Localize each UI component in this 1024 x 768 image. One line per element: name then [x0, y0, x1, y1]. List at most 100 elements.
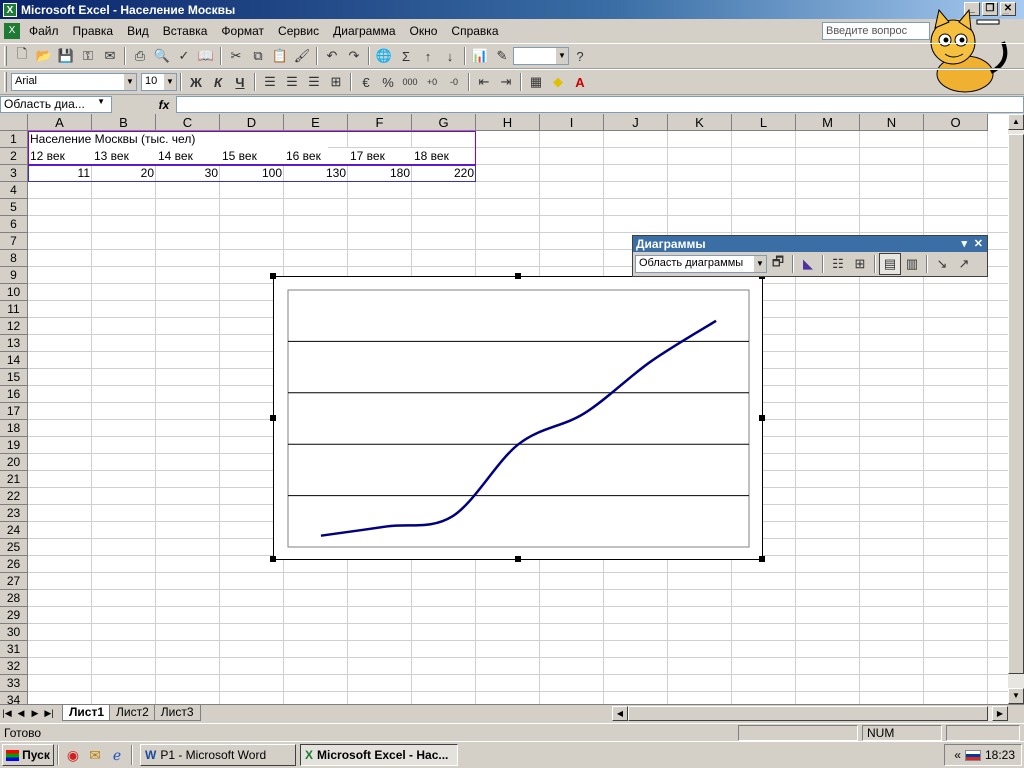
paste-icon[interactable]: 📋: [269, 45, 291, 67]
email-icon[interactable]: ✉: [99, 45, 121, 67]
row-header[interactable]: 34: [0, 692, 28, 704]
scroll-right-icon[interactable]: ▶: [992, 706, 1008, 721]
row-header[interactable]: 16: [0, 386, 28, 403]
italic-button[interactable]: К: [207, 71, 229, 93]
by-column-icon[interactable]: ▥: [901, 253, 923, 275]
comma-style-icon[interactable]: 000: [399, 71, 421, 93]
align-right-icon[interactable]: ☰: [303, 71, 325, 93]
column-header[interactable]: K: [668, 114, 732, 131]
toolbar-grip[interactable]: [4, 72, 7, 92]
row-header[interactable]: 15: [0, 369, 28, 386]
font-size-select[interactable]: 10 ▼: [141, 73, 177, 91]
row-header[interactable]: 1: [0, 131, 28, 148]
merge-center-icon[interactable]: ⊞: [325, 71, 347, 93]
scroll-thumb[interactable]: [1008, 134, 1024, 674]
by-row-icon[interactable]: ▤: [879, 253, 901, 275]
taskbar-excel[interactable]: X Microsoft Excel - Нас...: [300, 744, 458, 766]
research-icon[interactable]: 📖: [195, 45, 217, 67]
resize-handle[interactable]: [515, 273, 521, 279]
row-header[interactable]: 12: [0, 318, 28, 335]
row-header[interactable]: 2: [0, 148, 28, 165]
row-header[interactable]: 11: [0, 301, 28, 318]
excel-app-icon[interactable]: X: [3, 2, 17, 17]
row-header[interactable]: 13: [0, 335, 28, 352]
copy-icon[interactable]: ⧉: [247, 45, 269, 67]
menu-help[interactable]: Справка: [444, 22, 505, 40]
help-question-input[interactable]: Введите вопрос: [822, 22, 930, 40]
data-point[interactable]: [581, 410, 587, 416]
data-point[interactable]: [384, 523, 390, 529]
column-header[interactable]: L: [732, 114, 796, 131]
row-header[interactable]: 29: [0, 607, 28, 624]
sort-ascending-icon[interactable]: ↑: [417, 45, 439, 67]
row-header[interactable]: 4: [0, 182, 28, 199]
next-sheet-icon[interactable]: ▶: [28, 708, 42, 719]
borders-icon[interactable]: ▦: [525, 71, 547, 93]
menu-view[interactable]: Вид: [120, 22, 156, 40]
formula-input[interactable]: [176, 96, 1024, 113]
column-header[interactable]: O: [924, 114, 988, 131]
column-header[interactable]: A: [28, 114, 92, 131]
chart-type-icon[interactable]: ◣: [797, 253, 819, 275]
resize-handle[interactable]: [270, 273, 276, 279]
align-center-icon[interactable]: ☰: [281, 71, 303, 93]
column-header[interactable]: B: [92, 114, 156, 131]
select-all-corner[interactable]: [0, 114, 28, 131]
print-preview-icon[interactable]: 🔍: [151, 45, 173, 67]
spelling-icon[interactable]: ✓: [173, 45, 195, 67]
print-icon[interactable]: ⎙: [129, 45, 151, 67]
column-header[interactable]: G: [412, 114, 476, 131]
font-color-icon[interactable]: A: [569, 71, 591, 93]
row-header[interactable]: 5: [0, 199, 28, 216]
save-icon[interactable]: 💾: [55, 45, 77, 67]
new-icon[interactable]: 🗋: [11, 45, 33, 67]
tab-list1[interactable]: Лист1: [62, 705, 112, 721]
plot-area[interactable]: [287, 289, 750, 548]
row-header[interactable]: 17: [0, 403, 28, 420]
format-chart-area-icon[interactable]: 🗗: [767, 253, 789, 275]
row-header[interactable]: 22: [0, 488, 28, 505]
decrease-indent-icon[interactable]: ⇤: [473, 71, 495, 93]
chevron-down-icon[interactable]: ▾: [961, 236, 967, 252]
row-header[interactable]: 6: [0, 216, 28, 233]
decrease-decimal-icon[interactable]: -0: [443, 71, 465, 93]
workbook-icon[interactable]: X: [4, 23, 20, 39]
vertical-scrollbar[interactable]: ▲ ▼: [1008, 114, 1024, 704]
menu-insert[interactable]: Вставка: [156, 22, 215, 40]
percent-icon[interactable]: %: [377, 71, 399, 93]
autosum-icon[interactable]: Σ: [395, 45, 417, 67]
currency-icon[interactable]: €: [355, 71, 377, 93]
column-header[interactable]: E: [284, 114, 348, 131]
row-header[interactable]: 33: [0, 675, 28, 692]
row-header[interactable]: 23: [0, 505, 28, 522]
hyperlink-icon[interactable]: 🌐: [373, 45, 395, 67]
row-header[interactable]: 24: [0, 522, 28, 539]
resize-handle[interactable]: [515, 556, 521, 562]
column-header[interactable]: M: [796, 114, 860, 131]
menu-window[interactable]: Окно: [403, 22, 445, 40]
row-header[interactable]: 27: [0, 573, 28, 590]
row-header[interactable]: 7: [0, 233, 28, 250]
row-header[interactable]: 10: [0, 284, 28, 301]
tab-list3[interactable]: Лист3: [153, 705, 201, 721]
zoom-select[interactable]: ▼: [513, 47, 569, 65]
column-header[interactable]: I: [540, 114, 604, 131]
scroll-down-icon[interactable]: ▼: [1008, 688, 1024, 704]
row-header[interactable]: 18: [0, 420, 28, 437]
help-icon[interactable]: ?: [569, 45, 591, 67]
taskbar-word[interactable]: W P1 - Microsoft Word: [140, 744, 296, 766]
menu-file[interactable]: Файл: [22, 22, 66, 40]
row-header[interactable]: 9: [0, 267, 28, 284]
resize-handle[interactable]: [270, 415, 276, 421]
scroll-up-icon[interactable]: ▲: [1008, 114, 1024, 130]
data-point[interactable]: [516, 441, 522, 447]
row-header[interactable]: 14: [0, 352, 28, 369]
cut-icon[interactable]: ✂: [225, 45, 247, 67]
insert-function-icon[interactable]: fx: [152, 98, 176, 112]
line-chart[interactable]: [274, 277, 762, 559]
data-point[interactable]: [450, 513, 456, 519]
redo-icon[interactable]: ↷: [343, 45, 365, 67]
scroll-left-icon[interactable]: ◀: [612, 706, 628, 721]
bold-button[interactable]: Ж: [185, 71, 207, 93]
row-header[interactable]: 19: [0, 437, 28, 454]
